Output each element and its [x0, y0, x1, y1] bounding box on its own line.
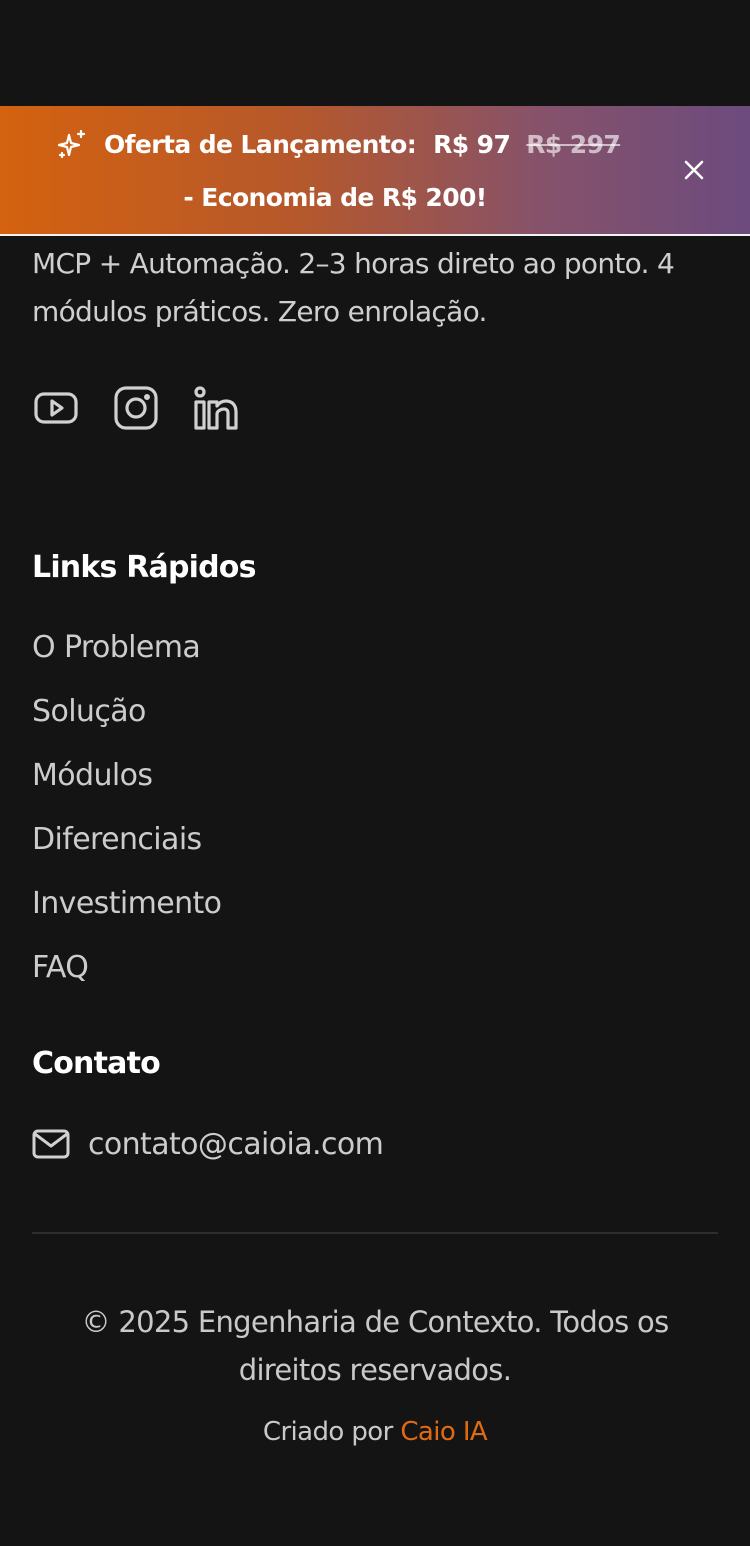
credit-text: Criado por Caio IA	[0, 1412, 750, 1452]
footer-about-text: MCP + Automação. 2–3 horas direto ao pon…	[32, 247, 675, 328]
copyright-text: © 2025 Engenharia de Contexto. Todos os …	[81, 1305, 670, 1387]
social-links	[32, 384, 240, 432]
close-banner-button[interactable]	[676, 152, 712, 188]
list-item: Diferenciais	[32, 816, 221, 880]
contact-email-row: contato@caioia.com	[32, 1122, 384, 1166]
credit-prefix: Criado por	[262, 1417, 393, 1447]
promo-price: R$ 97	[433, 129, 511, 159]
contact-title: Contato	[32, 1046, 161, 1081]
list-item: O Problema	[32, 624, 221, 688]
linkedin-link[interactable]	[192, 384, 240, 432]
contact-email-link[interactable]: contato@caioia.com	[88, 1127, 384, 1162]
footer-divider	[32, 1232, 718, 1234]
list-item: Solução	[32, 688, 221, 752]
link-faq[interactable]: FAQ	[32, 950, 89, 985]
instagram-link[interactable]	[112, 384, 160, 432]
link-problema[interactable]: O Problema	[32, 630, 201, 665]
link-investimento[interactable]: Investimento	[32, 886, 222, 921]
linkedin-icon	[194, 386, 238, 430]
quick-links-title: Links Rápidos	[32, 550, 256, 585]
list-item: Investimento	[32, 880, 222, 944]
mail-icon	[32, 1129, 70, 1159]
close-icon	[684, 160, 704, 180]
link-solucao[interactable]: Solução	[32, 694, 146, 729]
promo-old-price: R$ 297	[526, 129, 621, 159]
youtube-icon	[34, 392, 78, 424]
link-modulos[interactable]: Módulos	[32, 758, 153, 793]
promo-banner: Oferta de Lançamento: R$ 97 R$ 297 - Eco…	[0, 106, 750, 236]
sparkle-icon	[57, 129, 86, 159]
promo-label: Oferta de Lançamento:	[104, 129, 417, 159]
youtube-link[interactable]	[32, 384, 80, 432]
list-item: FAQ	[32, 944, 221, 1008]
link-diferenciais[interactable]: Diferenciais	[32, 822, 202, 857]
instagram-icon	[114, 386, 158, 430]
promo-savings: - Economia de R$ 200!	[183, 183, 487, 212]
list-item: Módulos	[32, 752, 221, 816]
credit-author-link[interactable]: Caio IA	[400, 1417, 487, 1447]
promo-headline: Oferta de Lançamento: R$ 97 R$ 297	[56, 126, 621, 162]
quick-links-list: O Problema Solução Módulos Diferenciais …	[32, 624, 222, 1008]
